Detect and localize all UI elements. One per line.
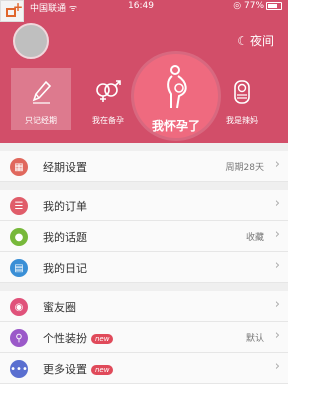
row-value: 收藏 — [245, 233, 264, 243]
chevron-right-icon: › — [274, 258, 280, 273]
row-value: 默认 — [245, 334, 264, 344]
battery-indicator: ◎ 77% — [233, 1, 282, 11]
battery-label: ◎ 77% — [233, 1, 264, 11]
my-orders-row[interactable]: ☰ 我的订单 › — [0, 190, 288, 221]
friends-circle-row[interactable]: ◉ 蜜友圈 › — [0, 291, 288, 322]
chevron-right-icon: › — [274, 227, 280, 242]
divider — [0, 283, 288, 291]
mode-label: 我在备孕 — [92, 116, 124, 125]
diary-book-icon: ▤ — [10, 259, 28, 277]
chevron-right-icon: › — [274, 297, 280, 312]
my-diary-row[interactable]: ▤ 我的日记 › — [0, 252, 288, 283]
baby-icon — [234, 80, 250, 104]
chevron-right-icon: › — [274, 359, 280, 374]
mode-hot-mom[interactable]: 我是辣妈 — [212, 68, 272, 130]
order-list-icon: ☰ — [10, 197, 28, 215]
my-topics-row[interactable]: ● 我的话题 收藏 › — [0, 221, 288, 252]
period-settings-row[interactable]: ▦ 经期设置 周期28天 › — [0, 151, 288, 182]
more-dots-icon: ••• — [10, 360, 28, 378]
gender-symbols-icon — [96, 80, 121, 102]
night-mode-button[interactable]: ☾ 夜间 — [237, 32, 274, 49]
mode-pregnant-button[interactable]: 我怀孕了 — [134, 54, 218, 138]
mode-label: 只记经期 — [25, 116, 57, 125]
mode-period-only[interactable]: 只记经期 — [11, 68, 71, 130]
mode-trying-to-conceive[interactable]: 我在备孕 — [78, 68, 138, 130]
mode-label: 我是辣妈 — [226, 116, 258, 125]
row-label-text: 更多设置 — [43, 363, 87, 376]
magnifier-icon: ⚲ — [10, 329, 28, 347]
calendar-icon: ▦ — [10, 158, 28, 176]
personal-theme-row[interactable]: ⚲ 个性装扮 new 默认 › — [0, 322, 288, 353]
chevron-right-icon: › — [274, 328, 280, 343]
battery-icon — [266, 1, 282, 10]
chevron-right-icon: › — [274, 196, 280, 211]
new-badge: new — [91, 365, 114, 375]
moon-icon: ☾ — [237, 34, 248, 48]
new-badge: new — [91, 334, 114, 344]
more-settings-row[interactable]: ••• 更多设置 new › — [0, 353, 288, 384]
clock: 16:49 — [128, 1, 154, 11]
mode-label: 我怀孕了 — [151, 119, 200, 133]
friends-circle-icon: ◉ — [10, 298, 28, 316]
divider — [0, 182, 288, 190]
pencil-icon — [32, 80, 52, 104]
row-label: 更多设置 new — [43, 361, 114, 377]
carrier-label: 中国联通 ᯤ — [30, 4, 78, 14]
add-button[interactable]: + — [0, 0, 24, 22]
header: 中国联通 ᯤ 16:49 ◎ 77% + ☾ 夜间 只记经期 我在备孕 我怀孕了… — [0, 0, 288, 143]
pregnant-woman-icon — [167, 65, 187, 109]
row-label: 我的订单 — [43, 200, 87, 213]
row-label: 蜜友圈 — [43, 301, 76, 314]
status-bar: 中国联通 ᯤ 16:49 ◎ 77% — [0, 0, 288, 14]
row-label: 经期设置 — [43, 161, 87, 174]
row-label: 我的日记 — [43, 262, 87, 275]
plus-icon: + — [13, 0, 24, 14]
divider — [0, 143, 288, 151]
row-label-text: 个性装扮 — [43, 332, 87, 345]
row-label: 我的话题 — [43, 231, 87, 244]
row-value: 周期28天 — [225, 163, 264, 173]
chat-bubble-icon: ● — [10, 228, 28, 246]
settings-list: ▦ 经期设置 周期28天 › ☰ 我的订单 › ● 我的话题 收藏 › ▤ 我的… — [0, 143, 288, 384]
row-label: 个性装扮 new — [43, 330, 114, 346]
avatar[interactable] — [13, 23, 49, 59]
night-mode-label: 夜间 — [249, 34, 274, 48]
chevron-right-icon: › — [274, 157, 280, 172]
